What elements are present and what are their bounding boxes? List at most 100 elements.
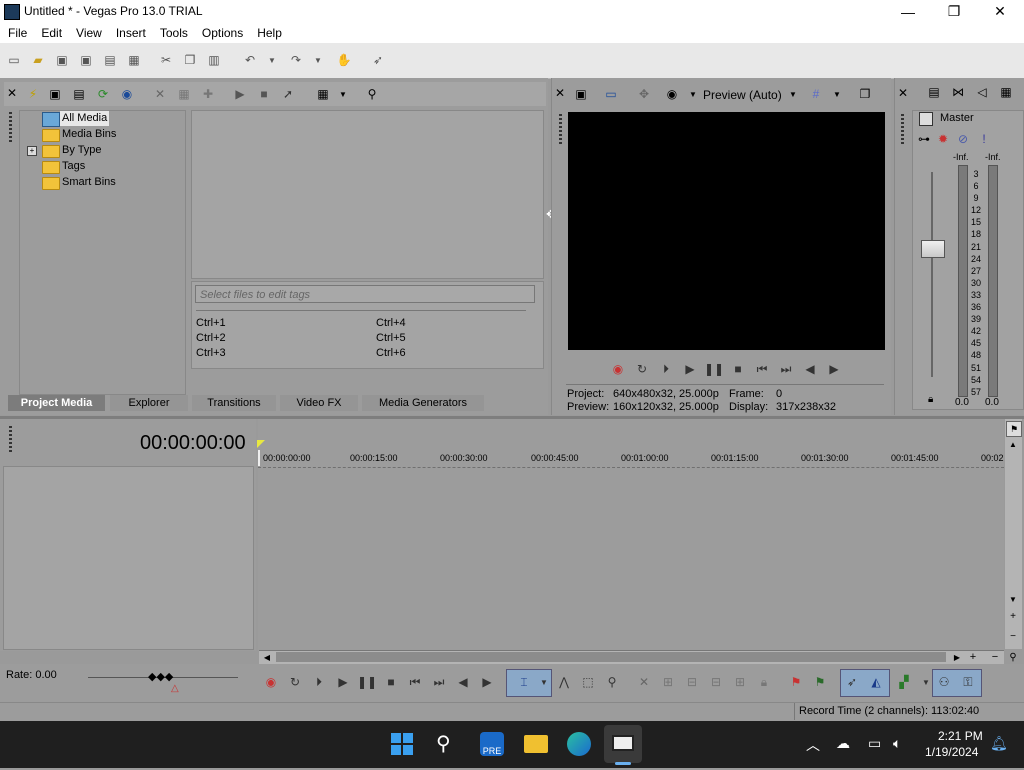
menu-help[interactable]: Help (250, 26, 289, 40)
video-fx-icon[interactable]: ✥ (636, 86, 652, 102)
menu-file[interactable]: File (0, 26, 34, 40)
edge-icon[interactable] (567, 732, 591, 756)
enable-snapping-icon[interactable]: ➶ (844, 674, 860, 690)
split-icon[interactable]: ⊞ (732, 674, 748, 690)
tree-item-media-bins[interactable]: Media Bins (62, 127, 116, 142)
close-panel-icon[interactable]: ✕ (6, 86, 18, 100)
record-icon[interactable]: ◉ (610, 361, 626, 377)
master-fx-icon[interactable]: ✹ (936, 132, 950, 146)
external-monitor-icon[interactable]: ▭ (602, 86, 620, 102)
copy-icon[interactable]: ❐ (182, 52, 198, 68)
import-media-icon[interactable]: ⚡ (24, 86, 42, 102)
scroll-thumb[interactable] (276, 652, 946, 662)
cut-icon[interactable]: ✂ (158, 52, 174, 68)
save-as-icon[interactable]: ▣ (78, 52, 94, 68)
loop-playback-icon[interactable]: ↻ (287, 674, 303, 690)
tree-item-all-media[interactable]: All Media (60, 111, 110, 126)
scroll-right-icon[interactable]: ▶ (951, 651, 963, 663)
notifications-icon[interactable]: 🔔︎ (990, 735, 1008, 752)
copy-snapshot-icon[interactable]: ❐ (857, 86, 873, 102)
paste-icon[interactable]: ▥ (206, 52, 222, 68)
clock-date[interactable]: 1/19/2024 (925, 745, 978, 759)
trim-end-icon[interactable]: ⊟ (708, 674, 724, 690)
loop-playback-icon[interactable]: ↻ (634, 361, 650, 377)
preview-properties-icon[interactable]: ▣ (572, 86, 590, 102)
next-frame-icon[interactable]: ▶ (826, 361, 842, 377)
zoom-out-icon[interactable]: − (1006, 630, 1020, 642)
plugin-icon[interactable]: ✚ (200, 86, 216, 102)
timecode-display[interactable]: 00:00:00:00 (140, 432, 246, 455)
media-properties-icon[interactable]: ▦ (176, 86, 192, 102)
tree-item-smart-bins[interactable]: Smart Bins (62, 175, 116, 190)
solo-icon[interactable]: ! (978, 132, 990, 146)
panel-grip[interactable] (901, 114, 904, 144)
properties-icon[interactable]: ▦ (126, 52, 142, 68)
search-icon[interactable]: ⚲ (364, 86, 380, 102)
scroll-up-icon[interactable]: ▲ (1006, 438, 1020, 450)
onedrive-icon[interactable]: ☁ (836, 735, 850, 752)
pause-icon[interactable]: ❚❚ (357, 674, 377, 690)
redo-icon[interactable]: ↷ (288, 52, 304, 68)
media-fx-icon[interactable]: ◉ (118, 86, 136, 102)
delete-icon[interactable]: ✕ (152, 86, 168, 102)
play-preview-icon[interactable]: ▶ (232, 86, 248, 102)
zoom-tool-icon[interactable]: ⚲ (1007, 651, 1019, 663)
tab-video-fx[interactable]: Video FX (280, 395, 358, 411)
track-list[interactable] (3, 466, 254, 650)
pause-icon[interactable]: ❚❚ (704, 361, 724, 377)
overlays-dropdown-icon[interactable]: ▼ (832, 88, 842, 100)
play-icon[interactable]: ▶ (335, 674, 351, 690)
go-to-start-icon[interactable]: ⏮ (407, 674, 423, 690)
expand-icon[interactable]: + (27, 146, 37, 156)
marker-icon[interactable]: ⚑ (1006, 421, 1022, 437)
split-screen-icon[interactable]: ◉ (664, 86, 680, 102)
media-list[interactable] (191, 110, 544, 279)
views-icon[interactable]: ▦ (314, 86, 332, 102)
zoom-in-time-icon[interactable]: + (967, 651, 979, 663)
preview-quality-dropdown-icon[interactable]: ▼ (788, 88, 798, 100)
go-to-end-icon[interactable]: ⏭ (431, 674, 447, 690)
previous-frame-icon[interactable]: ◀ (455, 674, 471, 690)
record-icon[interactable]: ◉ (263, 674, 279, 690)
insert-region-icon[interactable]: ⚑ (812, 674, 828, 690)
panel-grip[interactable] (559, 114, 562, 144)
remove-unused-icon[interactable]: ⟳ (94, 86, 112, 102)
redo-dropdown-icon[interactable]: ▼ (310, 52, 326, 68)
lock-events-icon[interactable]: 🔒︎ (756, 674, 772, 690)
close-button[interactable]: ✕ (977, 0, 1023, 23)
dim-output-icon[interactable]: ◁ (974, 84, 990, 100)
search-icon[interactable]: ⚲ (436, 731, 451, 756)
play-from-start-icon[interactable]: ⏵ (658, 361, 674, 377)
play-from-start-icon[interactable]: ⏵ (311, 674, 327, 690)
selection-tool-icon[interactable]: ⬚ (580, 674, 596, 690)
scroll-left-icon[interactable]: ◀ (261, 651, 273, 663)
split-screen-dropdown-icon[interactable]: ▼ (688, 88, 698, 100)
preview-quality-select[interactable]: Preview (Auto) (703, 88, 782, 102)
undo-icon[interactable]: ↶ (242, 52, 258, 68)
clock-time[interactable]: 2:21 PM (938, 729, 983, 743)
premiere-elements-icon[interactable]: PRE (480, 732, 504, 756)
previous-frame-icon[interactable]: ◀ (802, 361, 818, 377)
menu-view[interactable]: View (69, 26, 109, 40)
minimize-button[interactable]: — (885, 0, 931, 23)
whats-this-help-icon[interactable]: ➶ (370, 52, 386, 68)
tab-project-media[interactable]: Project Media (8, 395, 105, 411)
downmix-icon[interactable]: ⋈ (950, 84, 966, 100)
maximize-button[interactable]: ❐ (931, 0, 977, 23)
tree-item-by-type[interactable]: By Type (62, 143, 102, 158)
rate-slider-handle[interactable]: ◆◆◆ (148, 670, 173, 683)
capture-video-icon[interactable]: ▣ (46, 86, 64, 102)
close-panel-icon[interactable]: ✕ (897, 86, 909, 100)
tab-transitions[interactable]: Transitions (192, 395, 276, 411)
close-panel-icon[interactable]: ✕ (554, 86, 566, 100)
zoom-edit-tool-icon[interactable]: ⚲ (604, 674, 620, 690)
start-icon[interactable] (391, 733, 413, 755)
save-icon[interactable]: ▣ (54, 52, 70, 68)
pan-icon[interactable]: ⊶ (916, 132, 932, 146)
render-icon[interactable]: ▤ (102, 52, 118, 68)
playhead[interactable] (258, 450, 260, 466)
normal-edit-tool-icon[interactable]: ⌶ (516, 674, 532, 690)
overlays-icon[interactable]: # (808, 86, 824, 102)
menu-options[interactable]: Options (195, 26, 250, 40)
envelope-tool-icon[interactable]: ⋀ (556, 674, 572, 690)
